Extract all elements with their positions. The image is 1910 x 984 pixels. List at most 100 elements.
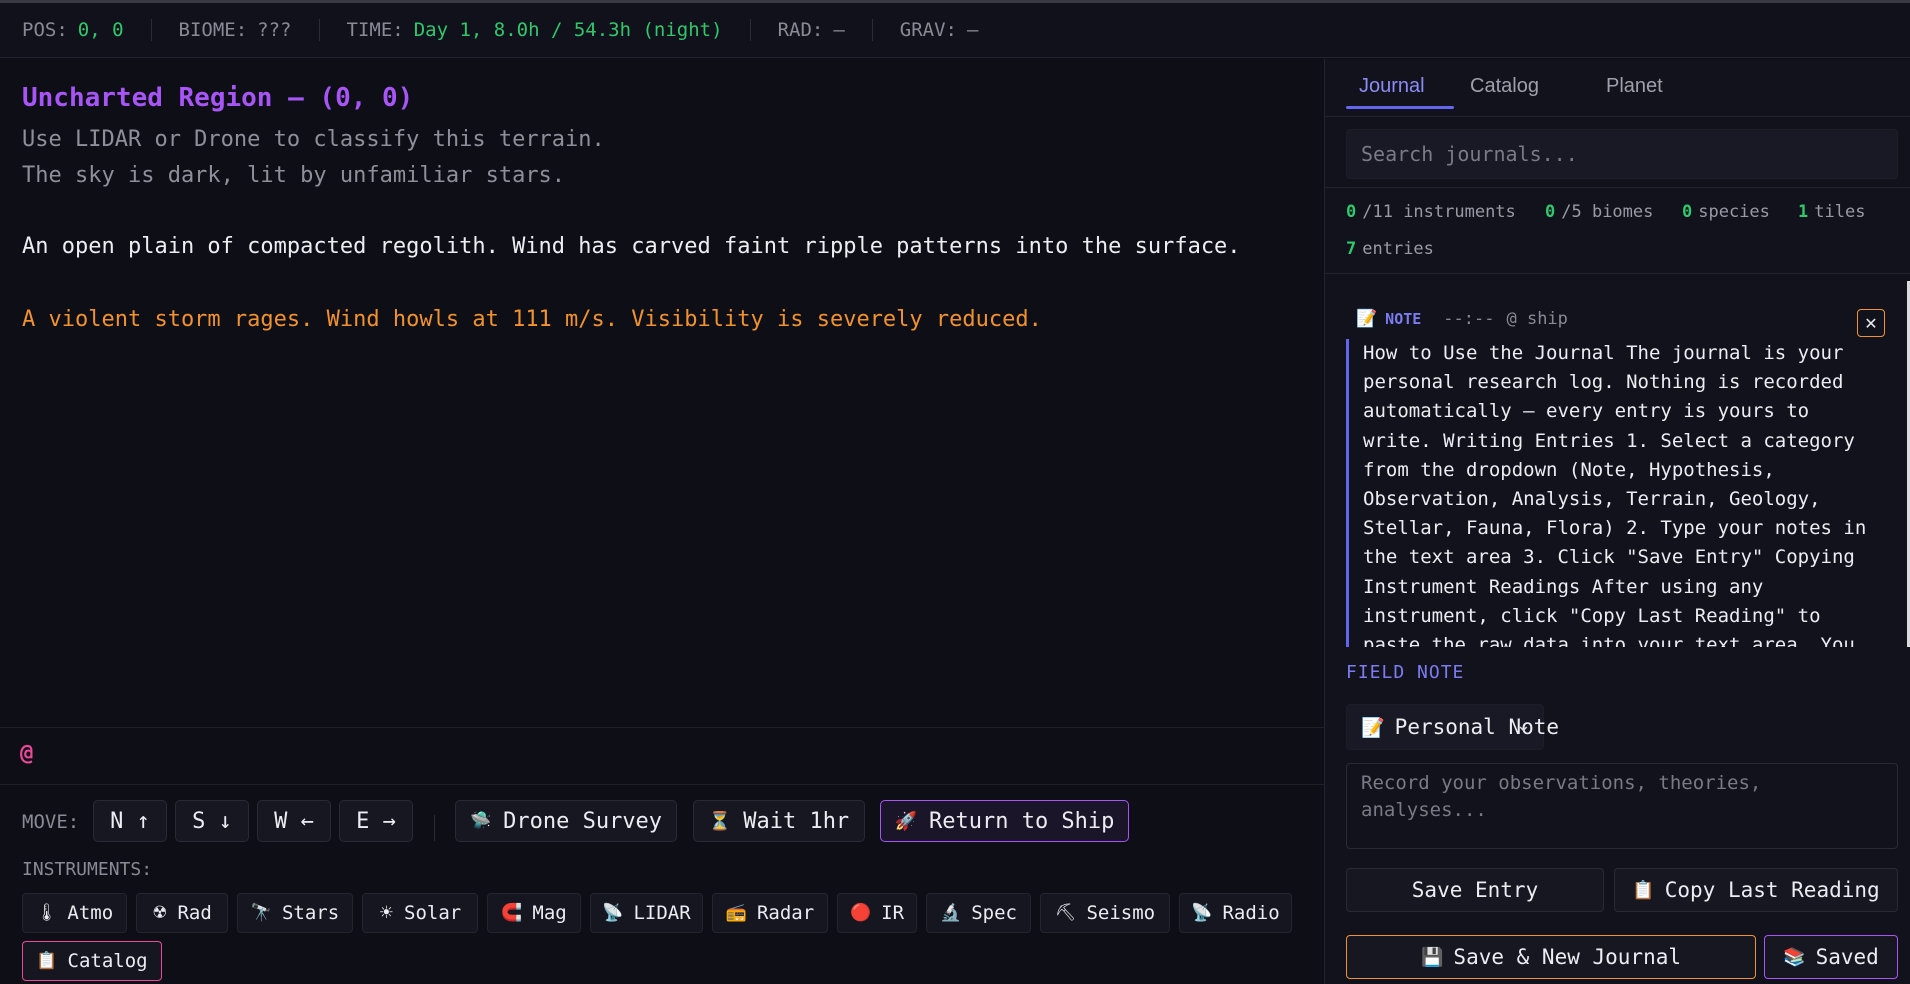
memo-icon: 📝: [1361, 716, 1385, 739]
instrument-label: Radar: [756, 902, 815, 924]
saved-journals-label: Saved: [1815, 945, 1879, 969]
position-label: POS:: [22, 19, 68, 41]
move-east-button[interactable]: E →: [339, 800, 413, 842]
search-input[interactable]: [1346, 129, 1898, 179]
return-to-ship-label: Return to Ship: [928, 808, 1115, 834]
instrument-rad-button[interactable]: ☢ Rad: [136, 893, 228, 933]
field-note-textarea[interactable]: [1346, 763, 1898, 849]
main-view: Uncharted Region — (0, 0) Use LIDAR or D…: [0, 59, 1324, 984]
save-entry-button[interactable]: Save Entry: [1346, 868, 1604, 912]
move-south-button[interactable]: S ↓: [175, 800, 249, 842]
satellite-dish-icon: 📡: [602, 903, 624, 923]
instrument-label: Solar: [404, 902, 462, 924]
stats-bottom-divider: [1325, 273, 1910, 274]
sky-description: The sky is dark, lit by unfamiliar stars…: [22, 163, 566, 188]
instrument-label: Mag: [532, 902, 567, 924]
weather-warning: A violent storm rages. Wind howls at 111…: [22, 307, 1042, 332]
wait-button[interactable]: ⏳ Wait 1hr: [693, 800, 865, 842]
move-west-button[interactable]: W ←: [257, 800, 331, 842]
instrument-catalog-button[interactable]: 📋 Catalog: [22, 941, 162, 981]
microscope-icon: 🔬: [940, 903, 962, 923]
radiation-label: RAD:: [777, 19, 824, 41]
stats-divider: [1325, 187, 1910, 188]
clipboard-icon: 📋: [36, 951, 58, 971]
instruments-count: 0: [1346, 202, 1357, 222]
tab-catalog[interactable]: Catalog: [1470, 75, 1539, 98]
tiles-count: 1: [1798, 202, 1809, 222]
instrument-seismo-button[interactable]: ⛏ Seismo: [1040, 893, 1170, 933]
instrument-spec-button[interactable]: 🔬 Spec: [926, 893, 1031, 933]
copy-last-reading-button[interactable]: 📋 Copy Last Reading: [1614, 868, 1898, 912]
thermometer-icon: 🌡: [35, 903, 58, 923]
time-label: TIME:: [346, 19, 404, 41]
instrument-atmo-button[interactable]: 🌡 Atmo: [22, 893, 127, 933]
instrument-solar-button[interactable]: ☀ Solar: [362, 893, 478, 933]
instrument-label: Seismo: [1086, 902, 1156, 924]
instrument-stars-button[interactable]: 🔭 Stars: [237, 893, 353, 933]
tab-planet[interactable]: Planet: [1606, 75, 1663, 98]
position-readout: POS: 0, 0: [22, 19, 124, 41]
region-title: Uncharted Region — (0, 0): [22, 83, 414, 113]
time-value: Day 1, 8.0h / 54.3h (night): [413, 19, 723, 41]
instrument-radio-button[interactable]: 📡 Radio: [1179, 893, 1292, 933]
instruments-stat-label: /11 instruments: [1362, 202, 1516, 222]
move-label: MOVE:: [22, 811, 80, 833]
delete-entry-button[interactable]: ✕: [1857, 309, 1885, 337]
controls-separator: [434, 815, 435, 841]
biomes-stat-label: /5 biomes: [1561, 202, 1654, 222]
command-prompt[interactable]: @: [20, 741, 33, 766]
terrain-description: An open plain of compacted regolith. Win…: [22, 234, 1241, 259]
magnet-icon: 🧲: [501, 903, 523, 923]
field-note-title: FIELD NOTE: [1346, 662, 1465, 683]
category-select[interactable]: 📝 Personal Note ⌄: [1346, 704, 1559, 750]
instrument-label: Catalog: [67, 950, 148, 972]
return-to-ship-button[interactable]: 🚀 Return to Ship: [880, 800, 1129, 842]
tab-journal[interactable]: Journal: [1359, 75, 1425, 98]
radio-icon: 📻: [725, 903, 747, 923]
instrument-ir-button[interactable]: 🔴 IR: [837, 893, 917, 933]
instrument-label: Stars: [281, 902, 340, 924]
entry-time: --:--: [1443, 309, 1495, 329]
flying-saucer-icon: 🛸: [469, 811, 492, 831]
status-bar: POS: 0, 0 BIOME: ??? TIME: Day 1, 8.0h /…: [0, 3, 1910, 58]
save-new-journal-button[interactable]: 💾 Save & New Journal: [1346, 935, 1756, 979]
journal-entry-list[interactable]: 📝 NOTE --:-- @ ship ✕ How to Use the Jou…: [1325, 281, 1910, 647]
instrument-mag-button[interactable]: 🧲 Mag: [487, 893, 581, 933]
red-circle-icon: 🔴: [849, 903, 872, 923]
species-stat-label: species: [1698, 202, 1770, 222]
close-icon: ✕: [1864, 313, 1878, 333]
books-icon: 📚: [1783, 946, 1806, 968]
hourglass-icon: ⏳: [708, 810, 732, 832]
radiation-value: —: [833, 19, 845, 41]
rocket-icon: 🚀: [894, 810, 917, 832]
controls-divider: [0, 784, 1324, 785]
journal-panel: Journal Catalog Planet 0/11 instruments …: [1324, 59, 1910, 984]
category-select-value: Personal Note: [1394, 715, 1560, 739]
radiation-icon: ☢: [152, 903, 168, 923]
satellite-dish-icon: 📡: [1191, 903, 1213, 923]
status-divider: [749, 19, 751, 41]
clipboard-icon: 📋: [1632, 879, 1655, 901]
gravity-readout: GRAV: —: [900, 19, 979, 41]
drone-survey-button[interactable]: 🛸 Drone Survey: [455, 800, 677, 842]
biome-label: BIOME:: [178, 19, 248, 41]
instrument-radar-button[interactable]: 📻 Radar: [712, 893, 828, 933]
classify-hint: Use LIDAR or Drone to classify this terr…: [22, 127, 605, 152]
instrument-label: Radio: [1222, 902, 1280, 924]
chevron-down-icon: ⌄: [1515, 715, 1531, 736]
entry-category: NOTE: [1385, 310, 1422, 328]
status-divider: [871, 19, 873, 41]
tabs-divider: [1325, 116, 1910, 117]
sun-icon: ☀: [378, 903, 395, 923]
pickaxe-icon: ⛏: [1054, 903, 1077, 923]
entries-count: 7: [1346, 239, 1357, 259]
time-readout: TIME: Day 1, 8.0h / 54.3h (night): [347, 19, 723, 41]
move-north-button[interactable]: N ↑: [93, 800, 167, 842]
save-new-journal-label: Save & New Journal: [1453, 945, 1681, 969]
status-divider: [318, 19, 320, 41]
wait-label: Wait 1hr: [743, 808, 850, 834]
saved-journals-button[interactable]: 📚 Saved: [1764, 935, 1898, 979]
biome-value: ???: [257, 19, 292, 41]
instrument-label: IR: [881, 902, 905, 924]
instrument-lidar-button[interactable]: 📡 LIDAR: [590, 893, 703, 933]
